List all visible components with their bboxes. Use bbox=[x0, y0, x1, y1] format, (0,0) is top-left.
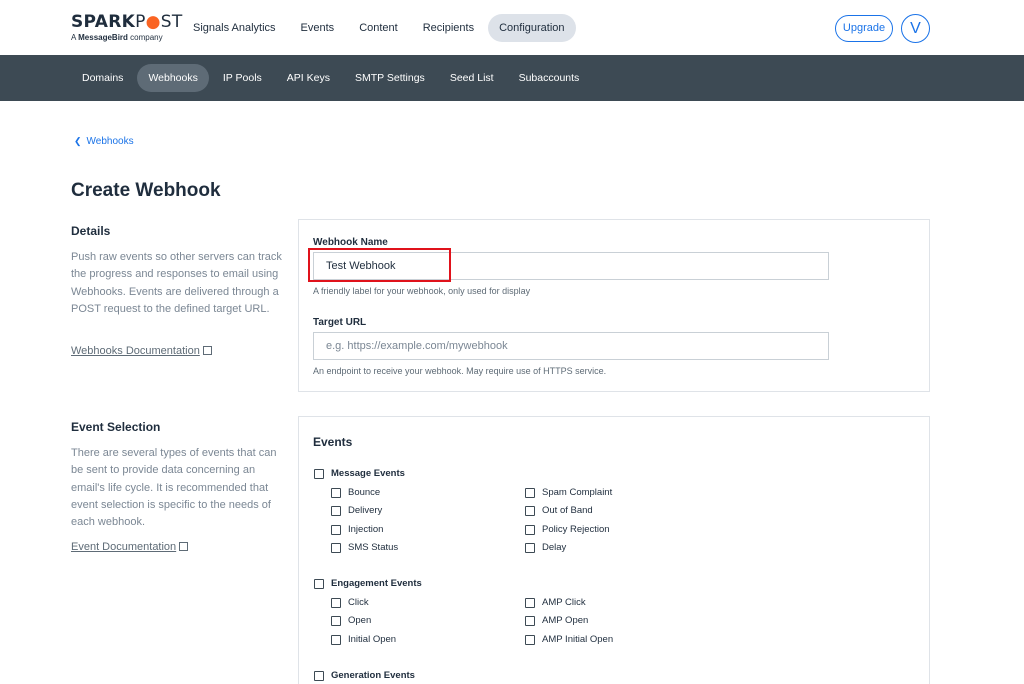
policy-rejection-checkbox[interactable]: Policy Rejection bbox=[525, 524, 610, 535]
target-url-help: An endpoint to receive your webhook. May… bbox=[313, 366, 607, 376]
checkbox-icon bbox=[314, 468, 324, 479]
subnav-api-keys[interactable]: API Keys bbox=[276, 64, 341, 92]
checkbox-icon bbox=[331, 487, 341, 498]
nav-content[interactable]: Content bbox=[348, 14, 409, 42]
checkbox-icon bbox=[331, 524, 341, 535]
subnav-ip-pools[interactable]: IP Pools bbox=[212, 64, 273, 92]
events-heading: Events bbox=[313, 435, 353, 449]
delay-checkbox[interactable]: Delay bbox=[525, 542, 566, 553]
out-of-band-checkbox[interactable]: Out of Band bbox=[525, 505, 593, 516]
subnav-webhooks[interactable]: Webhooks bbox=[137, 64, 209, 92]
sms-status-checkbox[interactable]: SMS Status bbox=[331, 542, 398, 553]
nav-configuration[interactable]: Configuration bbox=[488, 14, 576, 42]
initial-open-checkbox[interactable]: Initial Open bbox=[331, 634, 396, 645]
spam-complaint-checkbox[interactable]: Spam Complaint bbox=[525, 487, 612, 498]
event-selection-heading: Event Selection bbox=[71, 420, 161, 434]
checkbox-icon bbox=[331, 505, 341, 516]
checkbox-icon bbox=[525, 505, 535, 516]
amp-open-checkbox[interactable]: AMP Open bbox=[525, 615, 588, 626]
event-selection-description: There are several types of events that c… bbox=[71, 447, 277, 529]
logo-tagline: A MessageBird company bbox=[71, 33, 163, 42]
checkbox-icon bbox=[525, 634, 535, 645]
checkbox-icon bbox=[331, 615, 341, 626]
injection-checkbox[interactable]: Injection bbox=[331, 524, 383, 535]
checkbox-icon bbox=[525, 597, 535, 608]
main-nav: Signals Analytics Events Content Recipie… bbox=[182, 14, 579, 42]
webhooks-documentation-label: Webhooks Documentation bbox=[71, 345, 200, 357]
nav-signals-analytics[interactable]: Signals Analytics bbox=[182, 14, 287, 42]
back-link-label: Webhooks bbox=[86, 136, 134, 147]
external-link-icon bbox=[202, 346, 212, 355]
webhook-name-input[interactable] bbox=[313, 252, 829, 280]
amp-initial-open-checkbox[interactable]: AMP Initial Open bbox=[525, 634, 613, 645]
subnav-subaccounts[interactable]: Subaccounts bbox=[508, 64, 591, 92]
engagement-events-checkbox[interactable]: Engagement Events bbox=[314, 578, 422, 589]
external-link-icon bbox=[179, 542, 189, 551]
generation-events-checkbox[interactable]: Generation Events bbox=[314, 670, 415, 681]
nav-events[interactable]: Events bbox=[290, 14, 346, 42]
subnav-seed-list[interactable]: Seed List bbox=[439, 64, 505, 92]
checkbox-icon bbox=[525, 487, 535, 498]
webhook-name-help: A friendly label for your webhook, only … bbox=[313, 286, 531, 296]
checkbox-icon bbox=[331, 597, 341, 608]
subnav-smtp-settings[interactable]: SMTP Settings bbox=[344, 64, 436, 92]
flame-icon: ● bbox=[145, 12, 161, 32]
amp-click-checkbox[interactable]: AMP Click bbox=[525, 597, 586, 608]
upgrade-button[interactable]: Upgrade bbox=[835, 15, 893, 42]
target-url-input[interactable] bbox=[313, 332, 829, 360]
config-subnav: Domains Webhooks IP Pools API Keys SMTP … bbox=[71, 64, 593, 92]
checkbox-icon bbox=[525, 524, 535, 535]
account-avatar[interactable]: V bbox=[901, 14, 930, 43]
details-description: Push raw events so other servers can tra… bbox=[71, 251, 282, 315]
event-documentation-link[interactable]: Event Documentation bbox=[71, 541, 189, 553]
checkbox-icon bbox=[331, 542, 341, 553]
message-events-checkbox[interactable]: Message Events bbox=[314, 468, 405, 479]
details-heading: Details bbox=[71, 224, 111, 238]
page-title: Create Webhook bbox=[71, 180, 221, 201]
chevron-left-icon: ❮ bbox=[74, 136, 82, 146]
event-documentation-label: Event Documentation bbox=[71, 541, 177, 553]
click-checkbox[interactable]: Click bbox=[331, 597, 369, 608]
back-to-webhooks-link[interactable]: ❮ Webhooks bbox=[74, 136, 134, 147]
sparkpost-logo[interactable]: SPARKP●ST A MessageBird company bbox=[71, 12, 183, 43]
checkbox-icon bbox=[314, 578, 324, 589]
webhook-name-label: Webhook Name bbox=[313, 237, 388, 248]
checkbox-icon bbox=[314, 670, 324, 681]
checkbox-icon bbox=[525, 615, 535, 626]
target-url-label: Target URL bbox=[313, 317, 367, 328]
bounce-checkbox[interactable]: Bounce bbox=[331, 487, 380, 498]
nav-recipients[interactable]: Recipients bbox=[412, 14, 485, 42]
checkbox-icon bbox=[525, 542, 535, 553]
delivery-checkbox[interactable]: Delivery bbox=[331, 505, 382, 516]
open-checkbox[interactable]: Open bbox=[331, 615, 371, 626]
logo-wordmark: SPARKP●ST bbox=[71, 12, 183, 32]
subnav-domains[interactable]: Domains bbox=[71, 64, 134, 92]
webhooks-documentation-link[interactable]: Webhooks Documentation bbox=[71, 345, 212, 357]
checkbox-icon bbox=[331, 634, 341, 645]
